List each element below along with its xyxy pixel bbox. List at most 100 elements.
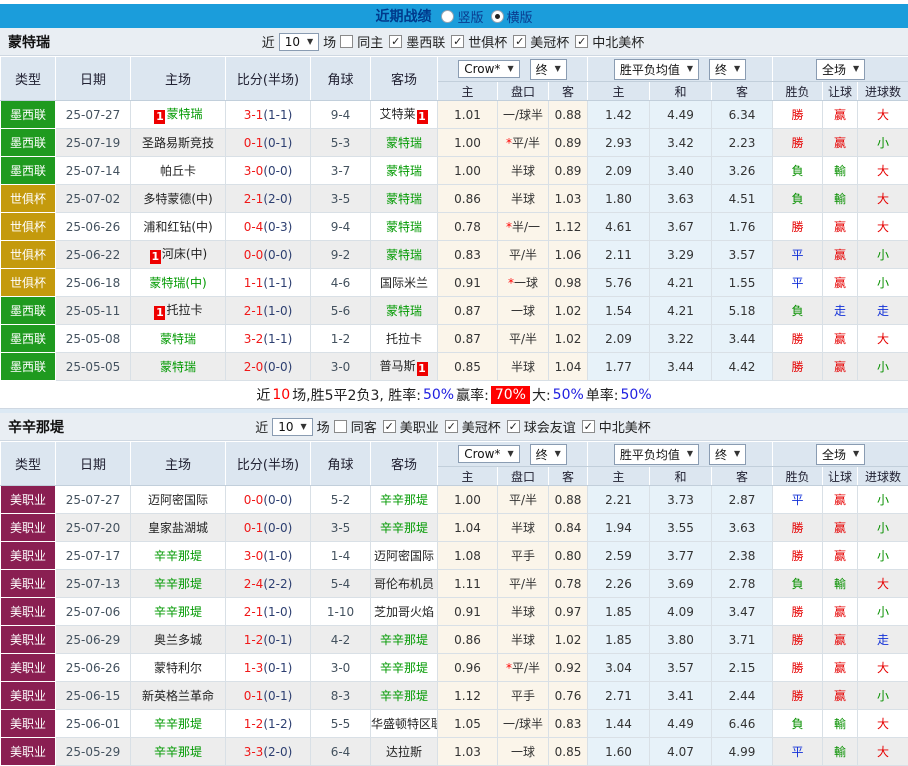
corner-cell: 6-4 <box>311 738 371 766</box>
score-cell: 0-0(0-0) <box>226 241 311 269</box>
odds-away-cell: 0.97 <box>549 598 588 626</box>
games-label: 场 <box>323 32 336 51</box>
avg-home-cell: 1.85 <box>588 626 650 654</box>
odds-away-cell: 1.06 <box>549 241 588 269</box>
final-average-select[interactable]: 终 ▼ <box>709 444 746 465</box>
match-row: 墨西联25-07-14帕丘卡3-0(0-0)3-7蒙特瑞1.00半球0.892.… <box>1 157 908 185</box>
rank-1-badge: 1 <box>154 110 165 124</box>
col-type: 类型 <box>1 442 56 486</box>
odds-away-cell: 1.04 <box>549 353 588 381</box>
halftime-score: (0-0) <box>263 521 292 535</box>
handicap-cell: 平/半 <box>498 486 549 514</box>
same-home-checkbox[interactable] <box>340 35 353 48</box>
avg-away-cell: 2.78 <box>712 570 773 598</box>
bookmaker-select[interactable]: Crow* ▼ <box>458 60 519 78</box>
let-ball-result-cell: 輸 <box>823 710 858 738</box>
halftime-score: (0-1) <box>263 689 292 703</box>
score-cell: 0-1(0-0) <box>226 514 311 542</box>
wdl-average-select[interactable]: 胜平负均值 ▼ <box>614 59 699 80</box>
col-home: 主场 <box>131 57 226 101</box>
layout-radio-horizontal[interactable]: 横版 <box>491 7 533 26</box>
final-average-select[interactable]: 终 ▼ <box>709 59 746 80</box>
score-cell: 1-3(0-1) <box>226 654 311 682</box>
score-cell: 1-2(0-1) <box>226 626 311 654</box>
full-match-select[interactable]: 全场 ▼ <box>816 444 865 465</box>
odds-group-header: Crow* ▼ 终 ▼ <box>438 57 588 82</box>
halftime-score: (0-0) <box>263 493 292 507</box>
final-odds-select[interactable]: 终 ▼ <box>530 444 567 465</box>
let-ball-result-cell: 輸 <box>823 157 858 185</box>
odds-away-cell: 0.89 <box>549 157 588 185</box>
goals-result-cell: 大 <box>858 101 908 129</box>
corner-cell: 9-4 <box>311 213 371 241</box>
league-checkbox-3[interactable] <box>575 35 588 48</box>
home-team-cell: 辛辛那堤 <box>131 598 226 626</box>
league-checkbox-1[interactable] <box>451 35 464 48</box>
col-date: 日期 <box>56 57 131 101</box>
home-team-cell: 新英格兰革命 <box>131 682 226 710</box>
home-team-cell: 帕丘卡 <box>131 157 226 185</box>
col-type: 类型 <box>1 57 56 101</box>
chevron-down-icon: ▼ <box>734 65 740 73</box>
league-checkbox-2[interactable] <box>513 35 526 48</box>
wdl-average-select[interactable]: 胜平负均值 ▼ <box>614 444 699 465</box>
avg-home-cell: 2.26 <box>588 570 650 598</box>
league-type-cell: 墨西联 <box>1 297 56 325</box>
star-icon: * <box>508 276 514 290</box>
summary-win-rate: 50% <box>423 387 454 403</box>
avg-home-cell: 2.59 <box>588 542 650 570</box>
match-row: 世俱杯25-06-18蒙特瑞(中)1-1(1-1)4-6国际米兰0.91*一球0… <box>1 269 908 297</box>
wdl-result-cell: 平 <box>773 269 823 297</box>
home-team-cell: 圣路易斯竞技 <box>131 129 226 157</box>
league-checkbox-2[interactable] <box>507 420 520 433</box>
team-name: 蒙特瑞 <box>386 248 422 262</box>
avg-group-header: 胜平负均值 ▼ 终 ▼ <box>588 442 773 467</box>
league-label-3: 中北美杯 <box>599 417 651 436</box>
wdl-result-cell: 勝 <box>773 353 823 381</box>
let-ball-result-cell: 赢 <box>823 598 858 626</box>
team-name: 辛辛那堤 <box>154 549 202 563</box>
final-odds-select[interactable]: 终 ▼ <box>530 59 567 80</box>
home-team-cell: 蒙特利尔 <box>131 654 226 682</box>
goals-result-cell: 小 <box>858 542 908 570</box>
league-checkbox-1[interactable] <box>445 420 458 433</box>
radio-checked-icon[interactable] <box>491 10 504 23</box>
col-odds-away: 客 <box>549 467 588 486</box>
odds-away-cell: 0.78 <box>549 570 588 598</box>
avg-away-cell: 2.38 <box>712 542 773 570</box>
star-icon: * <box>506 220 512 234</box>
corner-cell: 3-0 <box>311 654 371 682</box>
col-corner: 角球 <box>311 57 371 101</box>
date-cell: 25-07-06 <box>56 598 131 626</box>
team-name: 托拉卡 <box>166 303 202 317</box>
recent-count-select[interactable]: 10 ▼ <box>272 418 312 436</box>
section-header-cincinnati: 辛辛那堤 近 10 ▼ 场 同客 美职业 美冠杯 球会友谊 中北美杯 <box>0 413 908 441</box>
date-cell: 25-06-29 <box>56 626 131 654</box>
let-ball-result-cell: 輸 <box>823 570 858 598</box>
team-name: 迈阿密国际 <box>148 493 208 507</box>
layout-radio-vertical[interactable]: 竖版 <box>441 7 483 26</box>
bookmaker-select[interactable]: Crow* ▼ <box>458 445 519 463</box>
topbar: 近期战绩 竖版 横版 <box>0 4 908 28</box>
wdl-result-cell: 勝 <box>773 654 823 682</box>
same-away-checkbox[interactable] <box>334 420 347 433</box>
home-team-cell: 蒙特瑞(中) <box>131 269 226 297</box>
radio-icon[interactable] <box>441 10 454 23</box>
away-team-cell: 辛辛那堤 <box>371 654 438 682</box>
chevron-down-icon: ▼ <box>687 450 693 458</box>
league-checkbox-3[interactable] <box>582 420 595 433</box>
fulltime-score: 2-4 <box>244 577 264 591</box>
league-checkbox-0[interactable] <box>389 35 402 48</box>
let-ball-result-cell: 走 <box>823 297 858 325</box>
goals-result-cell: 走 <box>858 626 908 654</box>
league-checkbox-0[interactable] <box>383 420 396 433</box>
recent-count-select[interactable]: 10 ▼ <box>279 33 319 51</box>
date-cell: 25-07-14 <box>56 157 131 185</box>
full-match-select[interactable]: 全场 ▼ <box>816 59 865 80</box>
odds-away-cell: 0.83 <box>549 710 588 738</box>
col-avg-away: 客 <box>712 467 773 486</box>
radio-vertical-label: 竖版 <box>457 7 483 26</box>
filter-controls: 近 10 ▼ 场 同主 墨西联 世俱杯 美冠杯 中北美杯 <box>262 32 647 51</box>
match-row: 墨西联25-05-08蒙特瑞3-2(1-1)1-2托拉卡0.87平/半1.022… <box>1 325 908 353</box>
away-team-cell: 托拉卡 <box>371 325 438 353</box>
